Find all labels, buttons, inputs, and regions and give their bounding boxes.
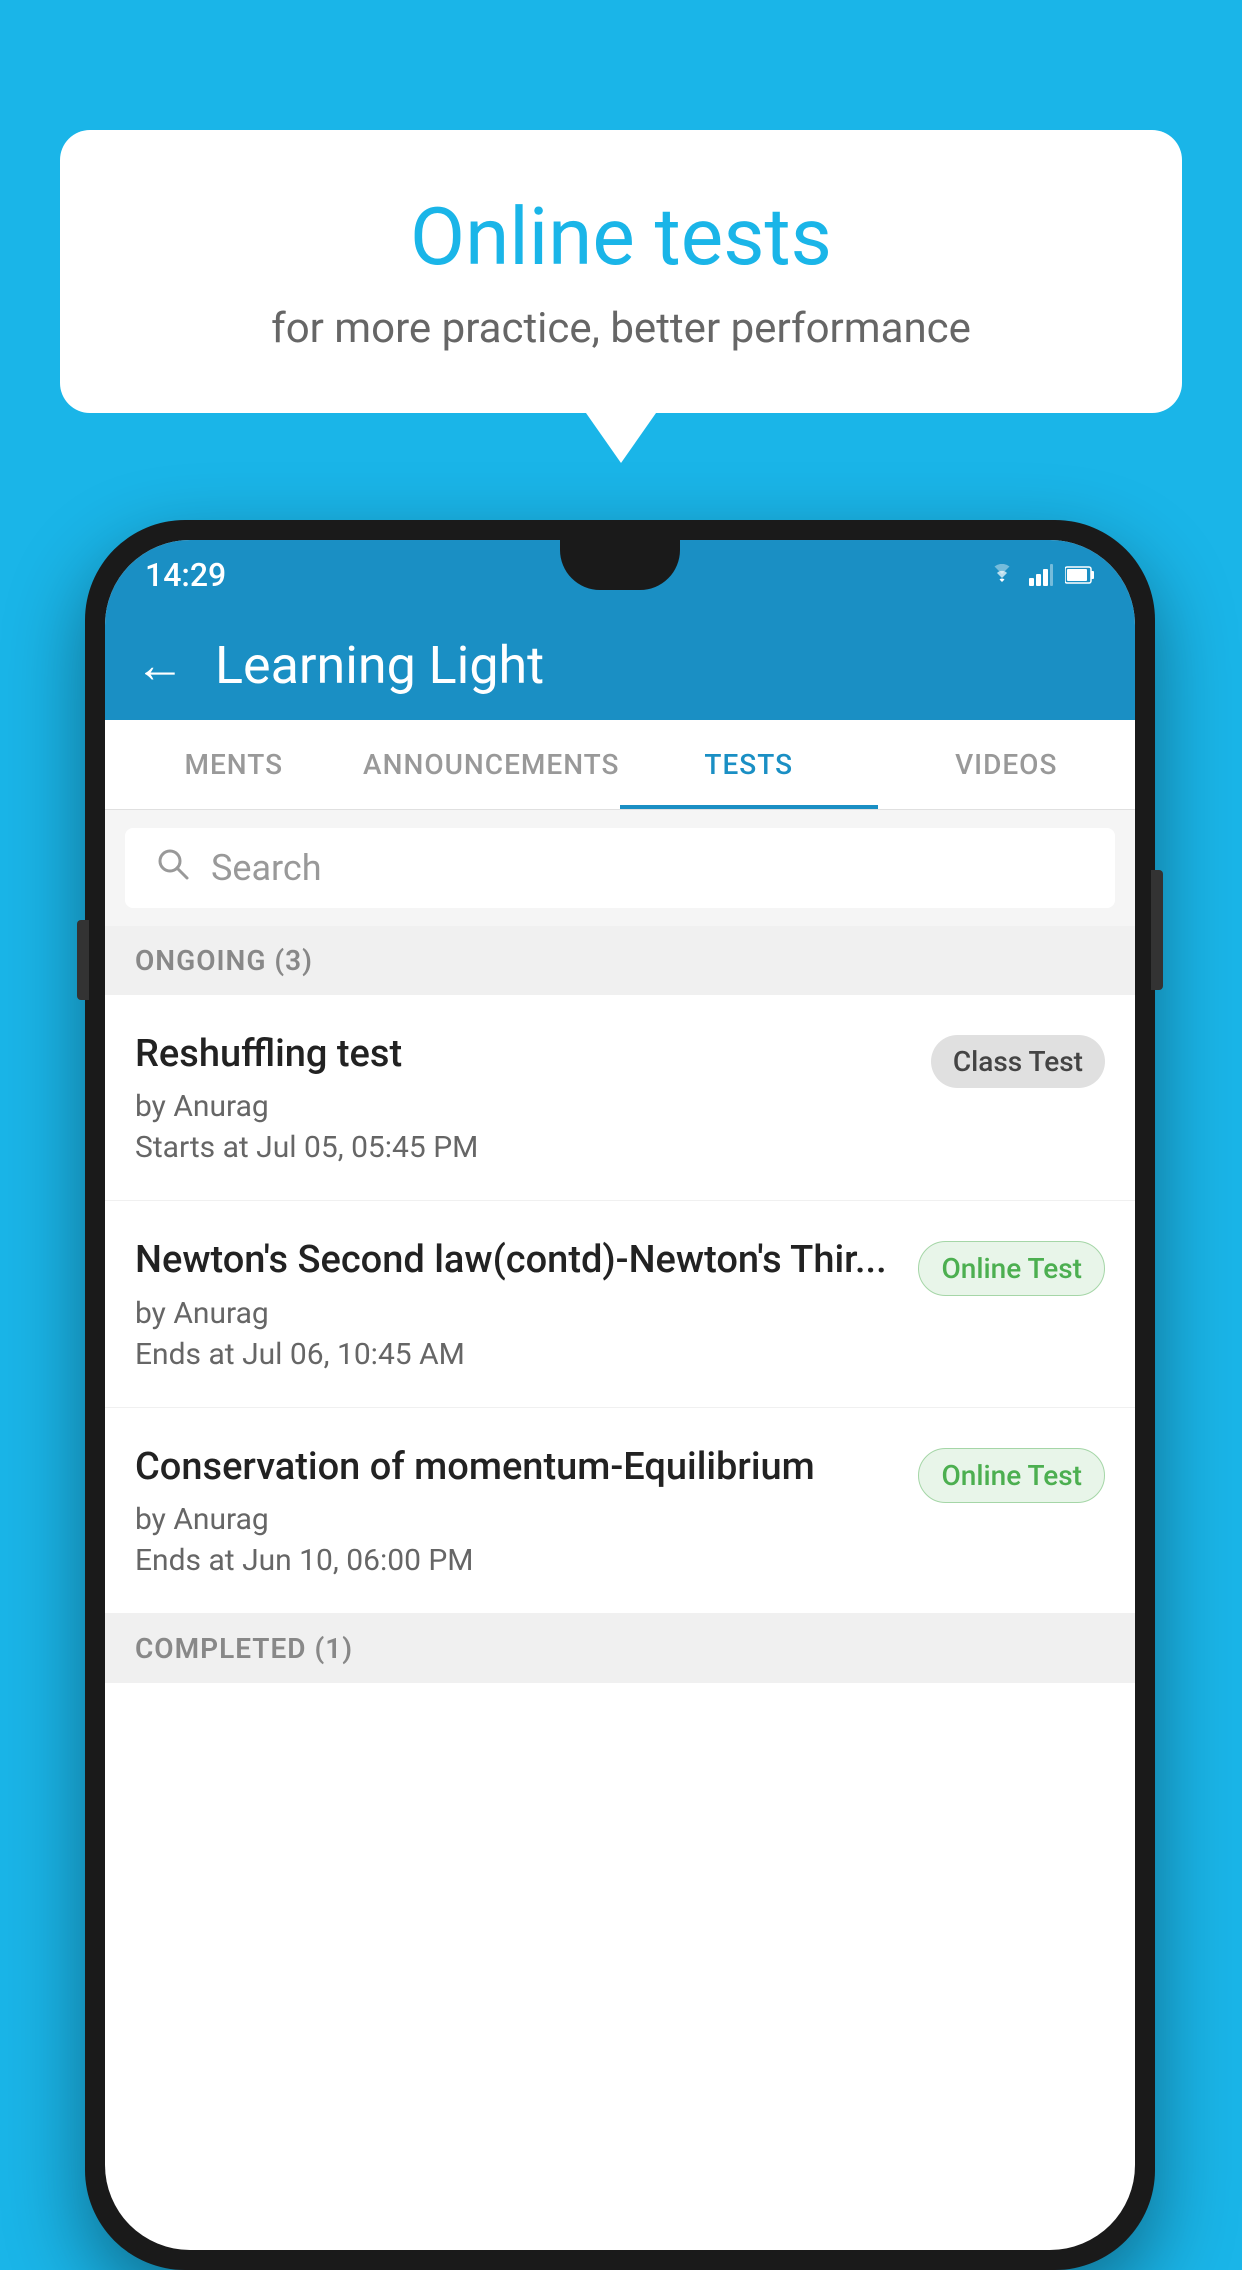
phone-screen: 14:29 bbox=[105, 540, 1135, 2250]
status-time: 14:29 bbox=[145, 556, 226, 594]
completed-section-header: COMPLETED (1) bbox=[105, 1614, 1135, 1683]
test-info-reshuffling: Reshuffling test by Anurag Starts at Jul… bbox=[135, 1030, 931, 1165]
volume-button-left bbox=[77, 920, 89, 1000]
test-author-reshuffling: by Anurag bbox=[135, 1089, 911, 1124]
test-time-conservation: Ends at Jun 10, 06:00 PM bbox=[135, 1543, 898, 1578]
test-info-newtons: Newton's Second law(contd)-Newton's Thir… bbox=[135, 1236, 918, 1371]
tab-announcements[interactable]: ANNOUNCEMENTS bbox=[363, 720, 621, 809]
wifi-icon bbox=[987, 564, 1017, 586]
ongoing-section-title: ONGOING (3) bbox=[135, 944, 313, 977]
test-item-newtons[interactable]: Newton's Second law(contd)-Newton's Thir… bbox=[105, 1201, 1135, 1407]
tab-videos[interactable]: VIDEOS bbox=[878, 720, 1136, 809]
search-icon bbox=[155, 846, 191, 891]
search-bar[interactable]: Search bbox=[125, 828, 1115, 908]
power-button-right bbox=[1151, 870, 1163, 990]
completed-section-title: COMPLETED (1) bbox=[135, 1632, 353, 1665]
app-title: Learning Light bbox=[215, 635, 544, 696]
speech-bubble-arrow bbox=[586, 413, 656, 463]
back-button[interactable]: ← bbox=[135, 636, 185, 695]
battery-icon bbox=[1065, 564, 1095, 586]
test-author-conservation: by Anurag bbox=[135, 1502, 898, 1537]
tabs-bar: MENTS ANNOUNCEMENTS TESTS VIDEOS bbox=[105, 720, 1135, 810]
search-bar-container: Search bbox=[105, 810, 1135, 926]
test-item-reshuffling[interactable]: Reshuffling test by Anurag Starts at Jul… bbox=[105, 995, 1135, 1201]
test-name-conservation: Conservation of momentum-Equilibrium bbox=[135, 1443, 898, 1492]
test-time-newtons: Ends at Jul 06, 10:45 AM bbox=[135, 1337, 898, 1372]
test-name-newtons: Newton's Second law(contd)-Newton's Thir… bbox=[135, 1236, 898, 1285]
speech-bubble-container: Online tests for more practice, better p… bbox=[60, 130, 1182, 463]
test-info-conservation: Conservation of momentum-Equilibrium by … bbox=[135, 1443, 918, 1578]
badge-class-test: Class Test bbox=[931, 1035, 1105, 1088]
search-input[interactable]: Search bbox=[211, 847, 322, 889]
status-icons bbox=[987, 564, 1095, 586]
speech-bubble-subtitle: for more practice, better performance bbox=[140, 304, 1102, 353]
tab-tests[interactable]: TESTS bbox=[620, 720, 878, 809]
status-bar: 14:29 bbox=[105, 540, 1135, 610]
phone-frame: 14:29 bbox=[85, 520, 1155, 2270]
badge-online-test-newtons: Online Test bbox=[918, 1241, 1105, 1296]
notch bbox=[560, 540, 680, 590]
test-name-reshuffling: Reshuffling test bbox=[135, 1030, 911, 1079]
test-time-reshuffling: Starts at Jul 05, 05:45 PM bbox=[135, 1130, 911, 1165]
speech-bubble: Online tests for more practice, better p… bbox=[60, 130, 1182, 413]
test-item-conservation[interactable]: Conservation of momentum-Equilibrium by … bbox=[105, 1408, 1135, 1614]
tab-ments[interactable]: MENTS bbox=[105, 720, 363, 809]
ongoing-section-header: ONGOING (3) bbox=[105, 926, 1135, 995]
test-author-newtons: by Anurag bbox=[135, 1296, 898, 1331]
cell-signal-icon bbox=[1029, 564, 1053, 586]
speech-bubble-title: Online tests bbox=[140, 190, 1102, 284]
badge-online-test-conservation: Online Test bbox=[918, 1448, 1105, 1503]
app-bar: ← Learning Light bbox=[105, 610, 1135, 720]
